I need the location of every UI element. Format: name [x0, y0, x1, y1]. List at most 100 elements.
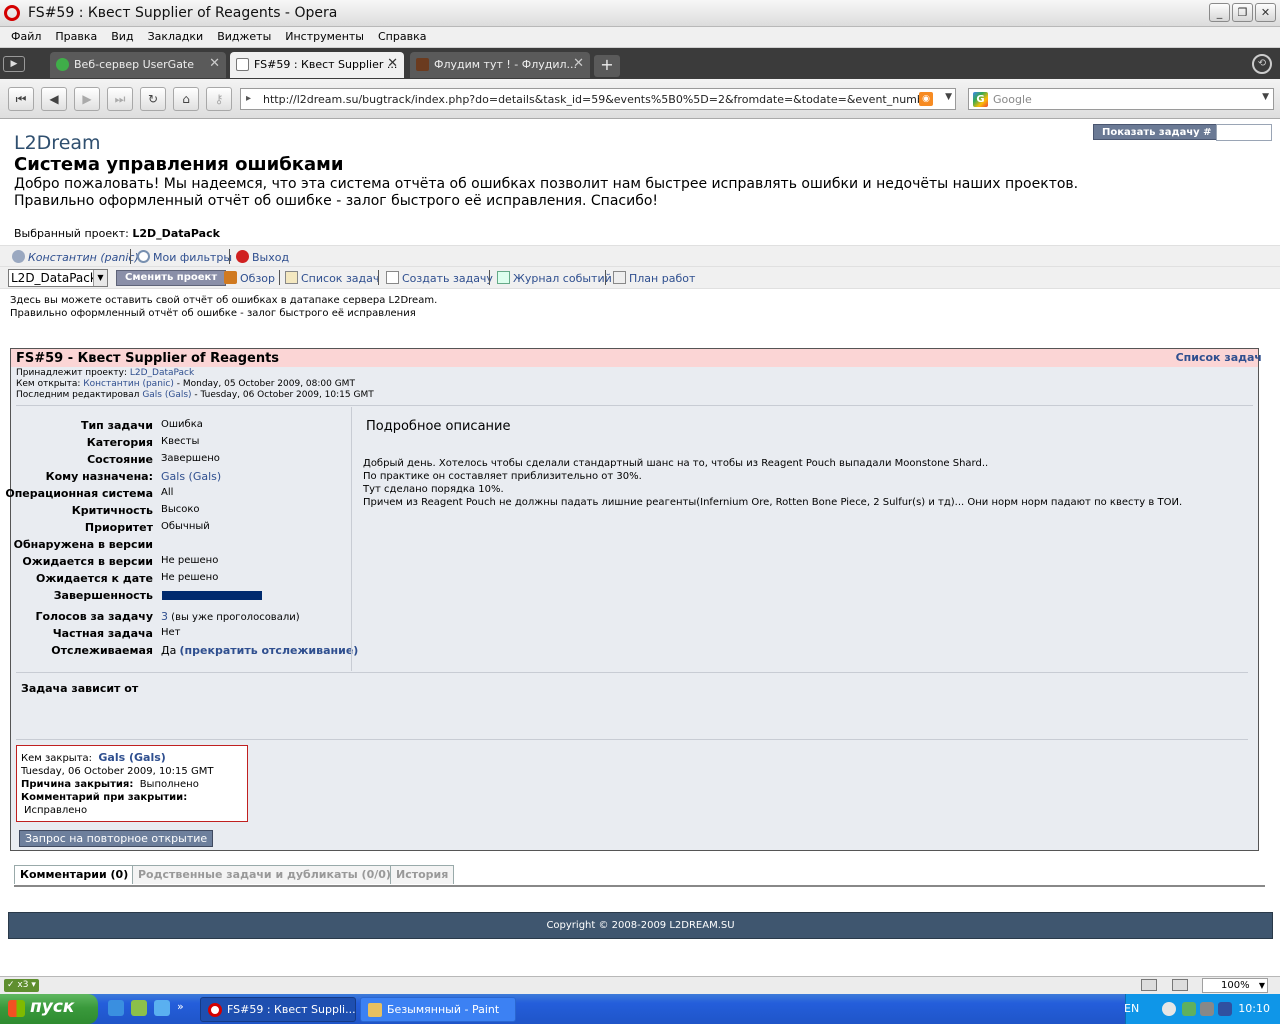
- language-indicator[interactable]: EN: [1124, 1002, 1139, 1015]
- ie-quicklaunch-icon[interactable]: [108, 1000, 124, 1016]
- new-tab-button[interactable]: +: [594, 55, 620, 77]
- tab-related-tasks[interactable]: Родственные задачи и дубликаты (0/0): [132, 865, 397, 884]
- tray-icon[interactable]: [1200, 1002, 1214, 1016]
- votes-count-link[interactable]: 3: [161, 610, 168, 623]
- opened-by-link[interactable]: Константин (panic): [83, 379, 174, 389]
- search-box[interactable]: G Google ▼: [968, 88, 1274, 110]
- maximize-button[interactable]: ❐: [1232, 3, 1253, 22]
- zoom-control[interactable]: 100% ▼: [1202, 978, 1268, 993]
- widget-indicator[interactable]: ✓ x3 ▾: [4, 979, 39, 992]
- tab-history[interactable]: История: [390, 865, 455, 884]
- user-link[interactable]: Константин (panic): [12, 250, 139, 264]
- menu-help[interactable]: Справка: [371, 27, 433, 47]
- prop-row-severity: Критичность Высоко: [11, 502, 351, 519]
- closed-tabs-trash-icon[interactable]: ⟲: [1252, 54, 1272, 74]
- tab-comments[interactable]: Комментарии (0): [14, 865, 135, 884]
- task-list-link[interactable]: Список задач: [285, 271, 379, 285]
- menu-widgets[interactable]: Виджеты: [210, 27, 278, 47]
- site-name[interactable]: L2Dream: [14, 132, 101, 154]
- watching-state: Да: [161, 644, 177, 657]
- back-to-task-list-link[interactable]: Список задач: [1176, 351, 1262, 364]
- panel-toggle-icon[interactable]: ▶: [3, 56, 25, 72]
- tray-expand-icon[interactable]: [1162, 1002, 1176, 1016]
- page-view-icon[interactable]: [1141, 979, 1157, 991]
- clock[interactable]: 10:10: [1238, 1002, 1270, 1015]
- prop-row-votes: Голосов за задачу 3 (вы уже проголосовал…: [11, 608, 351, 625]
- user-name: Константин (panic): [28, 251, 139, 264]
- task-number-input[interactable]: [1216, 124, 1272, 141]
- address-bar[interactable]: ▸ http://l2dream.su/bugtrack/index.php?d…: [240, 88, 956, 110]
- project-select[interactable]: L2D_DataPack ▼: [8, 269, 108, 287]
- roadmap-link[interactable]: План работ: [613, 271, 695, 285]
- forward-button[interactable]: ▶: [74, 87, 100, 111]
- taskbar-opera[interactable]: FS#59 : Квест Suppli...: [200, 997, 356, 1022]
- votes-note: (вы уже проголосовали): [168, 612, 300, 623]
- closed-by-link[interactable]: Gals (Gals): [98, 751, 165, 764]
- prop-value: Обычный: [161, 521, 210, 532]
- usergate-favicon-icon: [56, 58, 69, 71]
- task-opened-meta: Кем открыта: Константин (panic) - Monday…: [16, 379, 355, 389]
- description-line: Тут сделано порядка 10%.: [363, 484, 504, 495]
- selected-project: Выбранный проект: L2D_DataPack: [14, 227, 220, 240]
- event-log-link[interactable]: Журнал событий: [497, 271, 612, 285]
- rewind-button[interactable]: ⏮: [8, 87, 34, 111]
- search-dropdown-icon[interactable]: ▼: [1262, 92, 1269, 102]
- home-icon: [224, 271, 237, 284]
- close-button[interactable]: ✕: [1255, 3, 1276, 22]
- address-url[interactable]: http://l2dream.su/bugtrack/index.php?do=…: [263, 93, 933, 106]
- tab-forum[interactable]: Флудим тут ! - Флудил... ✕: [410, 52, 590, 78]
- belongs-project-link[interactable]: L2D_DataPack: [130, 368, 194, 378]
- menu-tools[interactable]: Инструменты: [278, 27, 371, 47]
- tab-close-icon[interactable]: ✕: [573, 56, 584, 71]
- create-task-link[interactable]: Создать задачу: [386, 271, 493, 285]
- prop-label: Голосов за задачу: [35, 610, 153, 623]
- quicklaunch-icon[interactable]: [154, 1000, 170, 1016]
- quicklaunch-more-icon[interactable]: »: [177, 1000, 193, 1016]
- wand-button[interactable]: ⚷: [206, 87, 232, 111]
- assigned-user-link[interactable]: Gals (Gals): [161, 470, 221, 483]
- system-tray: EN 10:10: [1124, 994, 1280, 1024]
- prop-label: Категория: [86, 436, 153, 449]
- list-icon: [285, 271, 298, 284]
- request-reopen-button[interactable]: Запрос на повторное открытие: [19, 830, 214, 847]
- votes-value: 3 (вы уже проголосовали): [161, 610, 300, 623]
- prop-label: Обнаружена в версии: [13, 538, 153, 551]
- menu-view[interactable]: Вид: [104, 27, 140, 47]
- menu-bookmarks[interactable]: Закладки: [141, 27, 211, 47]
- address-dropdown-icon[interactable]: ▼: [945, 92, 952, 102]
- tab-close-icon[interactable]: ✕: [209, 56, 220, 71]
- taskbar-paint[interactable]: Безымянный - Paint: [360, 997, 516, 1022]
- change-project-button[interactable]: Сменить проект: [116, 270, 227, 286]
- home-button[interactable]: ⌂: [173, 87, 199, 111]
- fast-forward-button[interactable]: ⏭: [107, 87, 133, 111]
- divider: [16, 672, 1248, 673]
- tray-icon[interactable]: [1182, 1002, 1196, 1016]
- tray-network-icon[interactable]: [1218, 1002, 1232, 1016]
- prop-label: Критичность: [71, 504, 153, 517]
- my-filters-link[interactable]: Мои фильтры: [137, 250, 232, 264]
- status-bar: ✓ x3 ▾ 100% ▼: [0, 976, 1280, 994]
- tab-close-icon[interactable]: ✕: [387, 56, 398, 71]
- back-button[interactable]: ◀: [41, 87, 67, 111]
- tab-usergate[interactable]: Веб-сервер UserGate ✕: [50, 52, 226, 78]
- description-line: По практике он составляет приблизительно…: [363, 471, 642, 482]
- overview-link[interactable]: Обзор: [224, 271, 275, 285]
- logout-link[interactable]: Выход: [236, 250, 289, 264]
- page-info-icon[interactable]: ▸: [246, 93, 251, 104]
- prop-row-os: Операционная система All: [5, 485, 351, 502]
- tab-fs59[interactable]: FS#59 : Квест Supplier ... ✕: [230, 52, 404, 78]
- selected-project-value: L2D_DataPack: [132, 227, 220, 240]
- rss-feed-icon[interactable]: ◉: [919, 92, 933, 106]
- start-button[interactable]: пуск: [0, 994, 98, 1024]
- quicklaunch-icon[interactable]: [131, 1000, 147, 1016]
- image-display-icon[interactable]: [1172, 979, 1188, 991]
- menu-file[interactable]: Файл: [4, 27, 48, 47]
- reload-button[interactable]: ↻: [140, 87, 166, 111]
- edited-by-link[interactable]: Gals (Gals): [142, 390, 191, 400]
- minimize-button[interactable]: _: [1209, 3, 1230, 22]
- menu-edit[interactable]: Правка: [48, 27, 104, 47]
- google-search-engine-icon[interactable]: G: [973, 92, 988, 107]
- stop-watching-link[interactable]: (прекратить отслеживание): [180, 644, 359, 657]
- show-task-button[interactable]: Показать задачу #: [1093, 124, 1221, 140]
- tab-label: Веб-сервер UserGate: [74, 58, 195, 71]
